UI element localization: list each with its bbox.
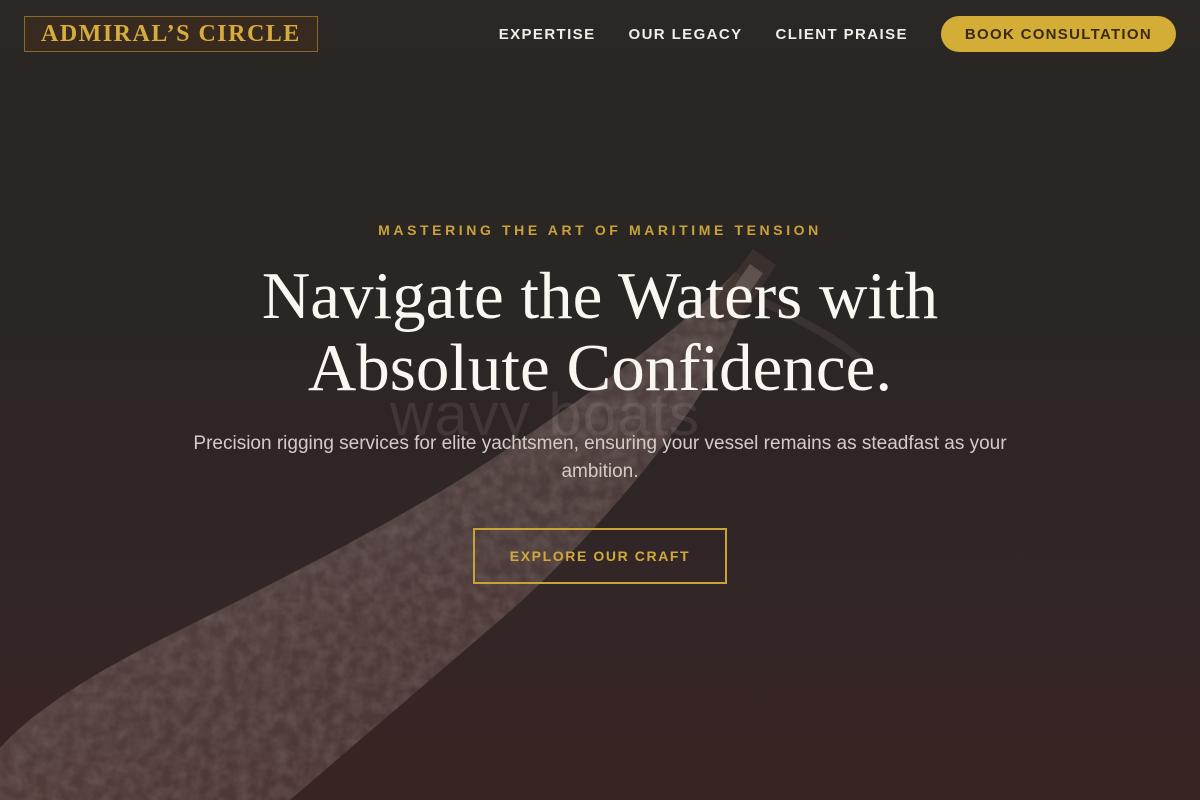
hero-eyebrow: MASTERING THE ART OF MARITIME TENSION	[378, 222, 822, 238]
nav-link-our-legacy[interactable]: OUR LEGACY	[629, 26, 743, 43]
hero-headline: Navigate the Waters with Absolute Confid…	[0, 260, 1200, 404]
site-header: ADMIRAL’S CIRCLE EXPERTISE OUR LEGACY CL…	[0, 0, 1200, 68]
nav-link-expertise[interactable]: EXPERTISE	[499, 26, 596, 43]
hero-headline-line-1: Navigate the Waters with	[261, 259, 939, 333]
explore-our-craft-button[interactable]: EXPLORE OUR CRAFT	[473, 528, 727, 584]
main-nav: EXPERTISE OUR LEGACY CLIENT PRAISE BOOK …	[466, 16, 1176, 52]
book-consultation-button[interactable]: BOOK CONSULTATION	[940, 16, 1176, 52]
hero-headline-line-2: Absolute Confidence.	[307, 331, 893, 405]
nav-link-client-praise[interactable]: CLIENT PRAISE	[776, 26, 908, 43]
brand-logo[interactable]: ADMIRAL’S CIRCLE	[24, 16, 318, 52]
hero-subtext: Precision rigging services for elite yac…	[193, 433, 1007, 482]
hero-content: MASTERING THE ART OF MARITIME TENSION Na…	[0, 222, 1200, 584]
